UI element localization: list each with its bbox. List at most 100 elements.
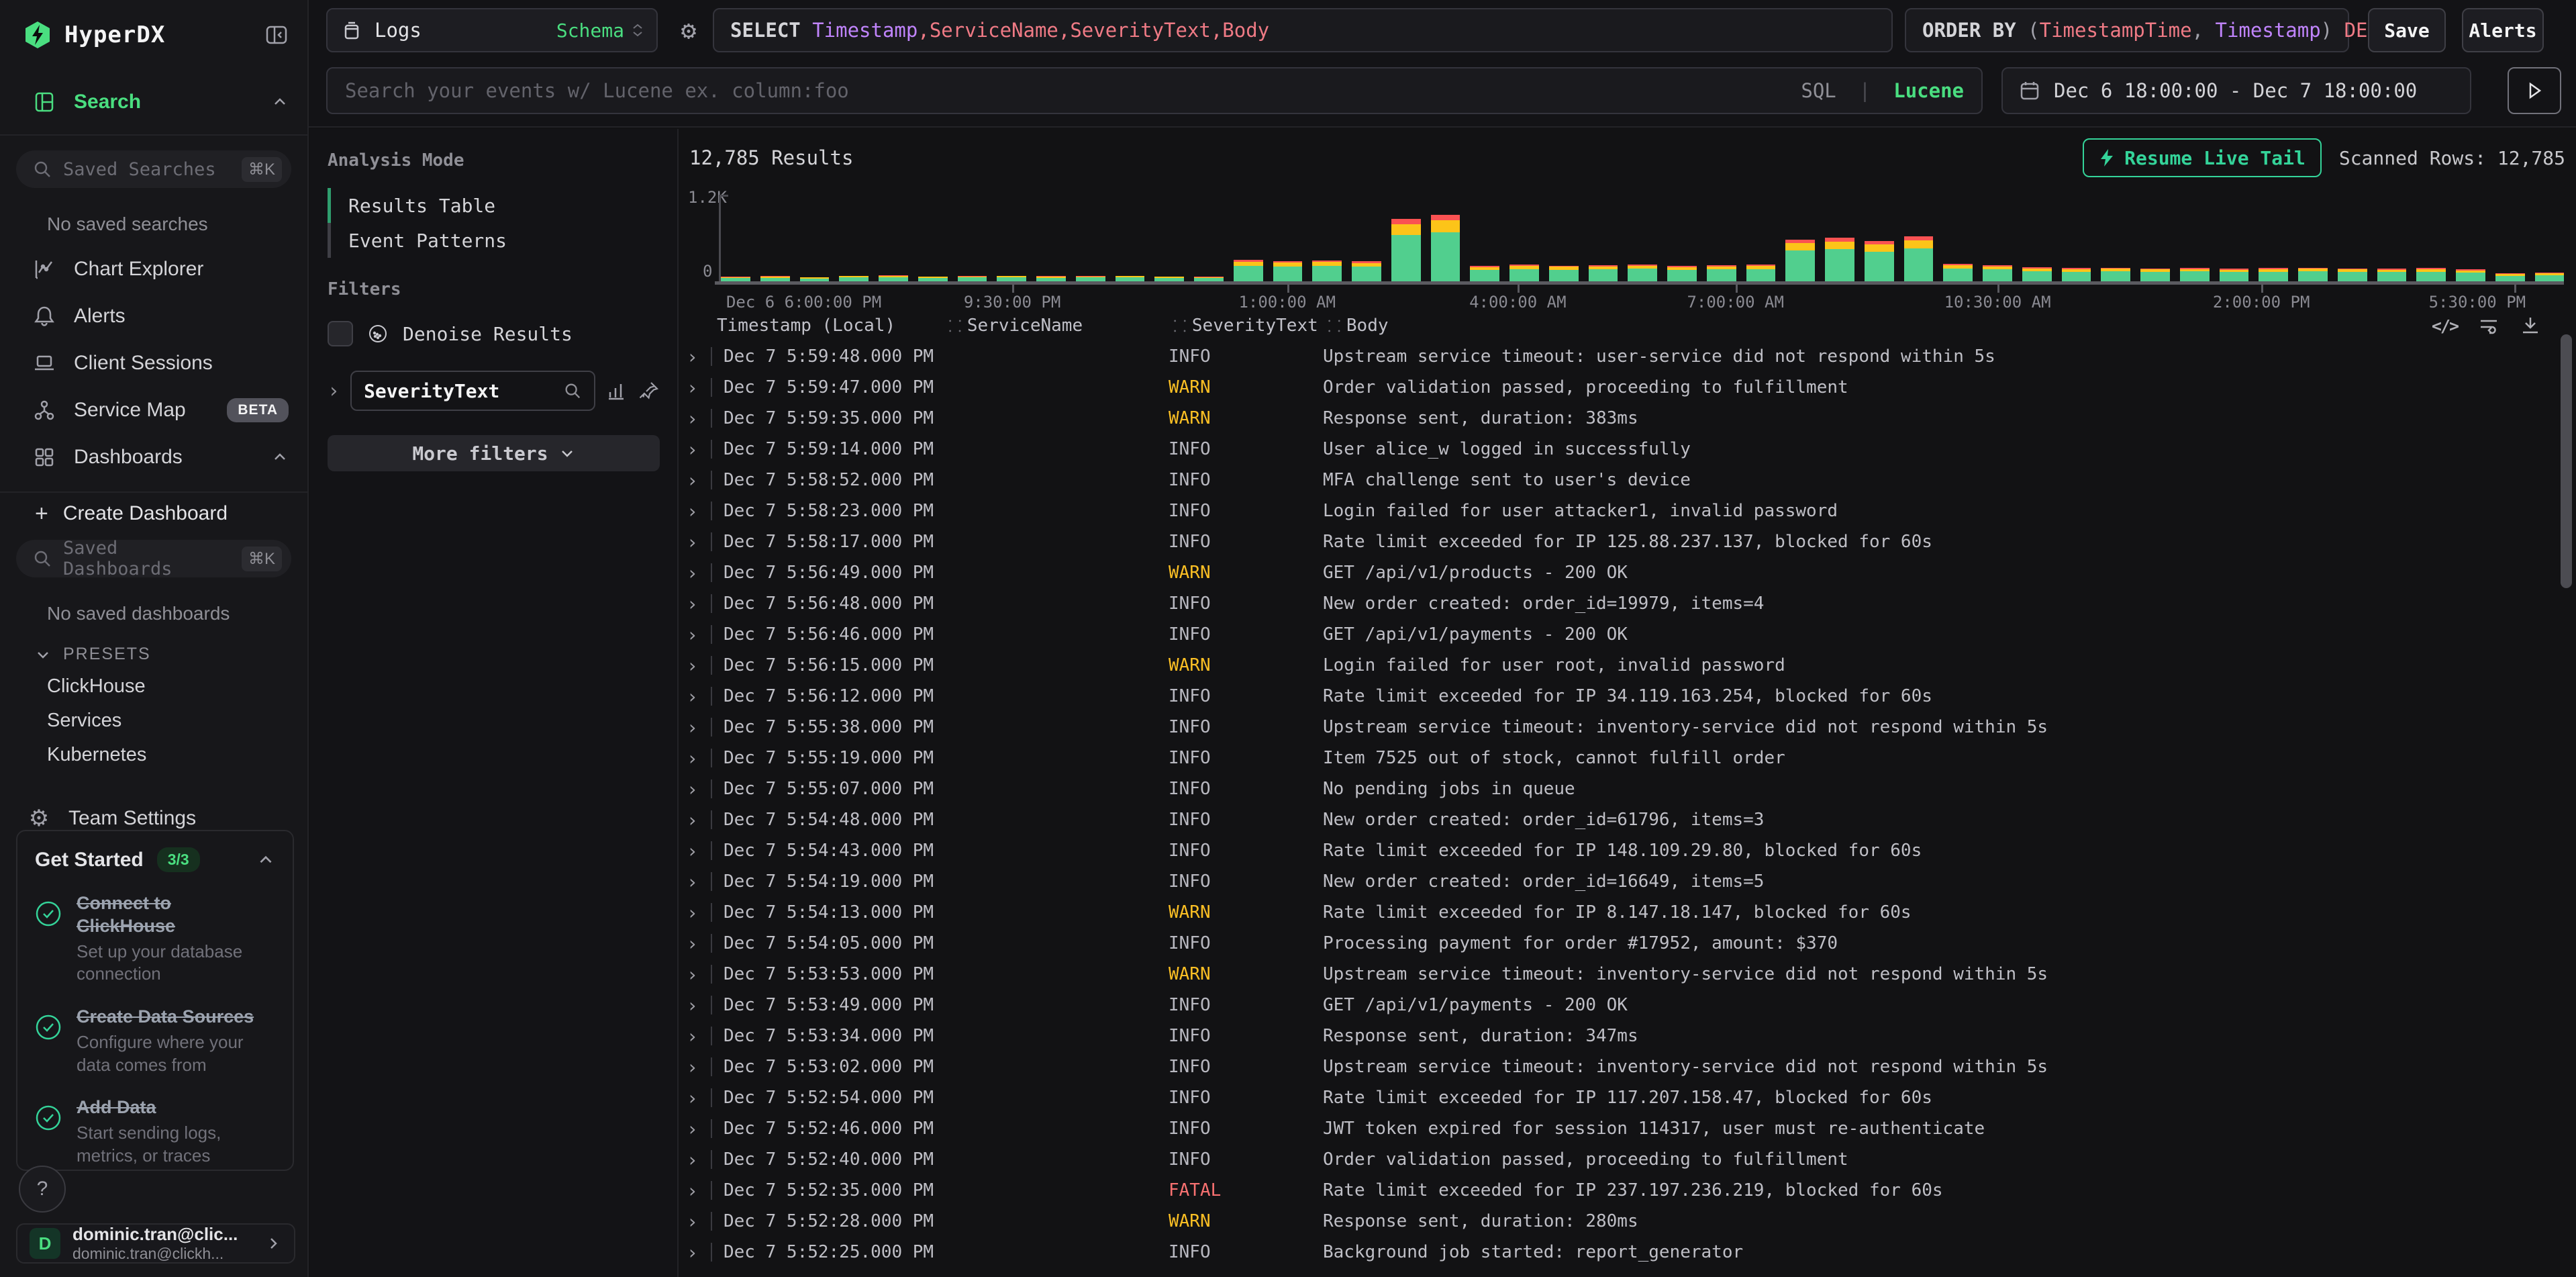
expand-row-icon[interactable]: › bbox=[680, 408, 707, 430]
histogram-bar[interactable] bbox=[1273, 261, 1303, 282]
expand-row-icon[interactable]: › bbox=[680, 500, 707, 522]
histogram-bar[interactable] bbox=[2259, 268, 2288, 282]
histogram-bar[interactable] bbox=[1983, 265, 2012, 282]
help-button[interactable]: ? bbox=[19, 1166, 66, 1213]
mode-lucene-toggle[interactable]: Lucene bbox=[1893, 79, 1964, 102]
drag-handle-icon[interactable]: ⸬ bbox=[948, 315, 960, 337]
collapse-sidebar-icon[interactable] bbox=[264, 23, 289, 47]
histogram-bar[interactable] bbox=[2062, 268, 2091, 282]
sidebar-item-dashboards[interactable]: Dashboards bbox=[0, 434, 307, 481]
histogram-bar[interactable] bbox=[1825, 238, 1854, 282]
expand-row-icon[interactable]: › bbox=[680, 1180, 707, 1202]
expand-row-icon[interactable]: › bbox=[680, 1025, 707, 1047]
expand-row-icon[interactable]: › bbox=[680, 716, 707, 739]
histogram-bar[interactable] bbox=[2456, 269, 2485, 282]
table-row[interactable]: ›Dec 7 5:52:35.000 PMFATALRate limit exc… bbox=[680, 1175, 2576, 1206]
table-row[interactable]: ›Dec 7 5:52:54.000 PMINFORate limit exce… bbox=[680, 1082, 2576, 1113]
histogram-bar[interactable] bbox=[1785, 240, 1815, 282]
preset-kubernetes[interactable]: Kubernetes bbox=[0, 738, 307, 772]
expand-row-icon[interactable]: › bbox=[680, 469, 707, 491]
expand-row-icon[interactable]: › bbox=[680, 377, 707, 399]
sql-select-editor[interactable]: SELECT Timestamp ,ServiceName,SeverityTe… bbox=[713, 8, 1893, 52]
table-row[interactable]: ›Dec 7 5:56:46.000 PMINFOGET /api/v1/pay… bbox=[680, 619, 2576, 650]
wrap-lines-icon[interactable] bbox=[2478, 315, 2499, 336]
expand-row-icon[interactable]: › bbox=[680, 747, 707, 769]
expand-row-icon[interactable]: › bbox=[680, 963, 707, 986]
expand-row-icon[interactable]: › bbox=[680, 1056, 707, 1078]
saved-dashboards-input[interactable]: Saved Dashboards ⌘K bbox=[16, 540, 291, 577]
expand-row-icon[interactable]: › bbox=[680, 1087, 707, 1109]
drag-handle-icon[interactable]: ⸬ bbox=[1328, 315, 1340, 337]
histogram-bar[interactable] bbox=[2180, 268, 2210, 282]
histogram-plot[interactable] bbox=[719, 195, 2564, 282]
table-row[interactable]: ›Dec 7 5:52:28.000 PMWARNResponse sent, … bbox=[680, 1206, 2576, 1237]
saved-searches-input[interactable]: Saved Searches ⌘K bbox=[16, 150, 291, 188]
expand-row-icon[interactable]: › bbox=[680, 1241, 707, 1264]
table-row[interactable]: ›Dec 7 5:54:48.000 PMINFONew order creat… bbox=[680, 804, 2576, 835]
table-row[interactable]: ›Dec 7 5:54:05.000 PMINFOProcessing paym… bbox=[680, 928, 2576, 959]
alerts-button[interactable]: Alerts bbox=[2462, 8, 2544, 52]
expand-row-icon[interactable]: › bbox=[680, 840, 707, 862]
mode-sql-toggle[interactable]: SQL bbox=[1801, 79, 1836, 102]
histogram-bar[interactable] bbox=[1589, 265, 1618, 282]
sidebar-item-alerts[interactable]: Alerts bbox=[0, 293, 307, 340]
table-row[interactable]: ›Dec 7 5:58:17.000 PMINFORate limit exce… bbox=[680, 526, 2576, 557]
table-row[interactable]: ›Dec 7 5:56:12.000 PMINFORate limit exce… bbox=[680, 681, 2576, 712]
chevron-up-icon[interactable] bbox=[271, 448, 289, 466]
table-row[interactable]: ›Dec 7 5:54:43.000 PMINFORate limit exce… bbox=[680, 835, 2576, 866]
column-header-timestamp[interactable]: Timestamp (Local) bbox=[680, 316, 948, 336]
histogram-bar[interactable] bbox=[1667, 266, 1697, 282]
histogram-bar[interactable] bbox=[2101, 268, 2130, 282]
denoise-checkbox[interactable] bbox=[328, 321, 353, 346]
table-row[interactable]: ›Dec 7 5:55:38.000 PMINFOUpstream servic… bbox=[680, 712, 2576, 743]
histogram-bar[interactable] bbox=[1628, 265, 1657, 282]
table-row[interactable]: ›Dec 7 5:56:48.000 PMINFONew order creat… bbox=[680, 588, 2576, 619]
user-menu[interactable]: D dominic.tran@clic... dominic.tran@clic… bbox=[16, 1223, 295, 1264]
resume-live-tail-button[interactable]: Resume Live Tail bbox=[2083, 138, 2322, 177]
histogram-bar[interactable] bbox=[1904, 236, 1934, 282]
table-row[interactable]: ›Dec 7 5:56:15.000 PMWARNLogin failed fo… bbox=[680, 650, 2576, 681]
tab-results-table[interactable]: Results Table bbox=[328, 188, 660, 223]
table-row[interactable]: ›Dec 7 5:53:49.000 PMINFOGET /api/v1/pay… bbox=[680, 990, 2576, 1021]
histogram-bar[interactable] bbox=[1746, 265, 1776, 282]
histogram-bar[interactable] bbox=[2338, 269, 2367, 282]
histogram-bar[interactable] bbox=[2377, 269, 2407, 282]
create-dashboard-button[interactable]: + Create Dashboard bbox=[0, 493, 307, 534]
histogram-bar[interactable] bbox=[2140, 269, 2170, 282]
table-row[interactable]: ›Dec 7 5:55:19.000 PMINFOItem 7525 out o… bbox=[680, 743, 2576, 773]
preset-clickhouse[interactable]: ClickHouse bbox=[0, 669, 307, 704]
source-select[interactable]: Logs Schema bbox=[326, 8, 658, 52]
expand-row-icon[interactable]: › bbox=[680, 809, 707, 831]
histogram-bar[interactable] bbox=[2416, 268, 2446, 282]
histogram-bar[interactable] bbox=[1943, 264, 1973, 282]
drag-handle-icon[interactable]: ⸬ bbox=[1173, 315, 1185, 337]
histogram-bar[interactable] bbox=[2535, 273, 2565, 282]
run-query-button[interactable] bbox=[2508, 67, 2561, 114]
expand-row-icon[interactable]: › bbox=[680, 1211, 707, 1233]
histogram-bar[interactable] bbox=[1707, 265, 1736, 282]
get-started-step[interactable]: Add Data Start sending logs, metrics, or… bbox=[35, 1096, 275, 1167]
code-view-icon[interactable]: </> bbox=[2432, 316, 2458, 336]
histogram-bar[interactable] bbox=[1470, 266, 1499, 282]
table-row[interactable]: ›Dec 7 5:53:02.000 PMINFOUpstream servic… bbox=[680, 1051, 2576, 1082]
table-row[interactable]: ›Dec 7 5:58:23.000 PMINFOLogin failed fo… bbox=[680, 495, 2576, 526]
event-search-input[interactable]: Search your events w/ Lucene ex. column:… bbox=[326, 67, 1983, 114]
table-row[interactable]: ›Dec 7 5:54:19.000 PMINFONew order creat… bbox=[680, 866, 2576, 897]
table-row[interactable]: ›Dec 7 5:52:46.000 PMINFOJWT token expir… bbox=[680, 1113, 2576, 1144]
table-row[interactable]: ›Dec 7 5:59:35.000 PMWARNResponse sent, … bbox=[680, 403, 2576, 434]
expand-row-icon[interactable]: › bbox=[680, 994, 707, 1016]
expand-row-icon[interactable]: › bbox=[680, 562, 707, 584]
expand-row-icon[interactable]: › bbox=[680, 655, 707, 677]
histogram-bar[interactable] bbox=[1865, 241, 1894, 282]
vertical-scrollbar[interactable] bbox=[2561, 334, 2572, 588]
table-row[interactable]: ›Dec 7 5:59:47.000 PMWARNOrder validatio… bbox=[680, 372, 2576, 403]
histogram-bar[interactable] bbox=[1352, 261, 1381, 282]
expand-row-icon[interactable]: › bbox=[680, 1149, 707, 1171]
time-range-picker[interactable]: Dec 6 18:00:00 - Dec 7 18:00:00 bbox=[2001, 67, 2471, 114]
histogram-bar[interactable] bbox=[1549, 266, 1579, 283]
sidebar-item-chart-explorer[interactable]: Chart Explorer bbox=[0, 246, 307, 293]
histogram-bar[interactable] bbox=[1509, 265, 1539, 282]
expand-row-icon[interactable]: › bbox=[680, 902, 707, 924]
histogram-bar[interactable] bbox=[2220, 269, 2249, 282]
severity-filter-box[interactable]: SeverityText bbox=[350, 371, 595, 411]
